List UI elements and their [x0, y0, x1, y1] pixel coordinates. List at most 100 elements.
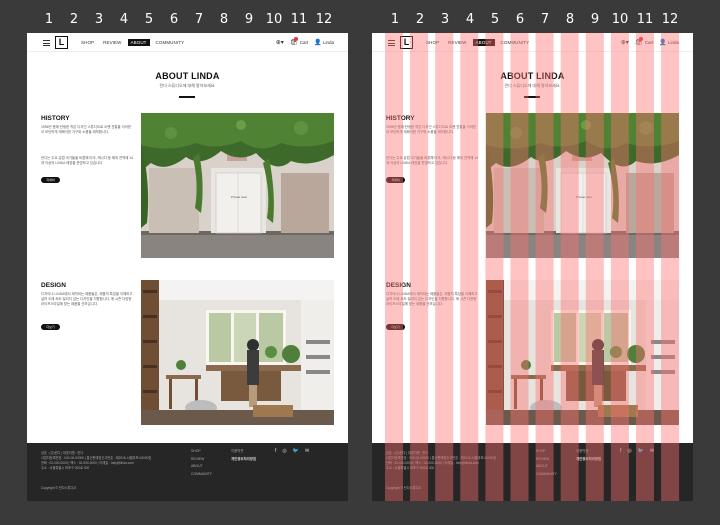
email-icon[interactable]: ✉ — [650, 448, 654, 454]
col-num: 11 — [290, 12, 308, 27]
utility-links: ⊕▾ 🛍 Cart 👤 Linda — [621, 37, 679, 46]
grid-column — [385, 33, 403, 501]
col-num: 2 — [69, 12, 79, 27]
grid-column — [460, 33, 479, 501]
footer-link-shop[interactable]: SHOP — [191, 448, 212, 456]
logo[interactable]: L — [55, 36, 68, 49]
info-line: 주소 : 서울특별시 마포구 000로 000 — [386, 466, 435, 470]
company-info: 상호 : (주)린다 | 대표자명 : 린다 사업자등록번호 : 000-00-… — [386, 451, 516, 471]
history-title: HISTORY — [386, 115, 415, 122]
col-num: 11 — [636, 12, 654, 27]
grid-column — [410, 33, 429, 501]
user-icon: 👤 — [314, 40, 322, 46]
privacy-link[interactable]: 개인정보처리방침 — [576, 456, 601, 464]
cart-label: Cart — [299, 40, 309, 45]
grid-column — [636, 33, 654, 501]
terms-link[interactable]: 이용약관 — [576, 448, 601, 456]
menu-item-community[interactable]: COMMUNITY — [153, 39, 188, 46]
design-text: 디자이너 LINDA에서 제작되는 제품들은, 제품의 특징을 이해하고 살려 … — [386, 292, 478, 306]
door-sign: Private door — [231, 195, 247, 199]
menu-item-review[interactable]: REVIEW — [445, 39, 469, 46]
footer-link-about[interactable]: ABOUT — [191, 463, 212, 471]
col-num: 8 — [219, 12, 229, 27]
cart-badge — [294, 37, 299, 41]
globe-icon[interactable]: ⊕▾ — [276, 39, 284, 46]
email-icon[interactable]: ✉ — [305, 448, 309, 454]
design-more-button[interactable]: 더보기 — [386, 324, 405, 330]
hamburger-icon[interactable] — [43, 40, 50, 46]
instagram-icon[interactable]: ◎ — [282, 448, 286, 454]
menu-item-review[interactable]: REVIEW — [100, 39, 124, 46]
user-link[interactable]: 👤 Linda — [314, 39, 334, 46]
page-title: ABOUT LINDA — [500, 71, 565, 81]
cart-link[interactable]: 🛍 Cart — [635, 37, 654, 46]
cart-link[interactable]: 🛍 Cart — [290, 37, 309, 46]
footer-link-review[interactable]: REVIEW — [536, 456, 557, 464]
col-num: 3 — [440, 12, 450, 27]
col-num: 2 — [415, 12, 425, 27]
info-line: 주소 : 서울특별시 마포구 000로 000 — [41, 466, 90, 470]
user-link[interactable]: 👤 Linda — [659, 39, 679, 46]
studio-interior-image — [486, 280, 679, 425]
instagram-icon[interactable]: ◎ — [627, 448, 631, 454]
ivy-wall-image: Private door — [486, 113, 679, 258]
footer-links: SHOP REVIEW ABOUT COMMUNITY — [536, 448, 557, 478]
cart-badge — [639, 37, 644, 41]
title-divider — [179, 96, 195, 98]
history-photo: Private door — [141, 113, 334, 258]
page-frame-plain: L SHOP REVIEW ABOUT COMMUNITY ⊕▾ 🛍 Cart … — [27, 33, 348, 501]
footer-link-community[interactable]: COMMUNITY — [191, 471, 212, 479]
design-more-button[interactable]: 더보기 — [41, 324, 60, 330]
main-menu: SHOP REVIEW ABOUT COMMUNITY — [423, 39, 532, 46]
page-title: ABOUT LINDA — [155, 71, 220, 81]
menu-item-shop[interactable]: SHOP — [423, 39, 442, 46]
twitter-icon[interactable]: 🐦 — [293, 448, 299, 454]
menu-item-about[interactable]: ABOUT — [472, 39, 495, 46]
page-subtitle: 린다 스튜디오에 대해 알아보세요. — [504, 83, 561, 88]
main-menu: SHOP REVIEW ABOUT COMMUNITY — [78, 39, 187, 46]
col-num: 12 — [661, 12, 679, 27]
footer-policy: 이용약관 개인정보처리방침 — [576, 448, 601, 463]
grid-column — [585, 33, 604, 501]
user-label: Linda — [322, 40, 334, 45]
grid-column — [485, 33, 504, 501]
footer-link-shop[interactable]: SHOP — [536, 448, 557, 456]
twitter-icon[interactable]: 🐦 — [638, 448, 644, 454]
hamburger-icon[interactable] — [388, 40, 395, 46]
cart-label: Cart — [644, 40, 654, 45]
copyright: Copyright © 린다스튜디오 — [41, 486, 77, 490]
social-links: f ◎ 🐦 ✉ — [620, 448, 654, 454]
user-icon: 👤 — [659, 40, 667, 46]
footer-link-community[interactable]: COMMUNITY — [536, 471, 557, 479]
history-text-2: 린다는 주요 유럽 국가들을 비롯해 미국, 캐나다 등 해외 전역에 14개 … — [386, 156, 479, 165]
menu-item-shop[interactable]: SHOP — [78, 39, 97, 46]
terms-link[interactable]: 이용약관 — [231, 448, 256, 456]
col-num: 9 — [244, 12, 254, 27]
grid-column — [560, 33, 579, 501]
column-grid-overlay — [385, 33, 680, 501]
menu-item-about[interactable]: ABOUT — [127, 39, 150, 46]
page-frame-with-grid: L SHOP REVIEW ABOUT COMMUNITY ⊕▾ 🛍 Cart … — [372, 33, 693, 501]
col-num: 6 — [515, 12, 525, 27]
facebook-icon[interactable]: f — [275, 448, 276, 454]
col-num: 8 — [565, 12, 575, 27]
footer-link-review[interactable]: REVIEW — [191, 456, 212, 464]
history-more-button[interactable]: 자세히 — [386, 177, 405, 183]
col-num: 7 — [540, 12, 550, 27]
globe-icon[interactable]: ⊕▾ — [621, 39, 629, 46]
menu-item-community[interactable]: COMMUNITY — [498, 39, 533, 46]
privacy-link[interactable]: 개인정보처리방침 — [231, 456, 256, 464]
title-divider — [524, 96, 540, 98]
company-info: 상호 : (주)린다 | 대표자명 : 린다 사업자등록번호 : 000-00-… — [41, 451, 171, 471]
door-sign: Private door — [576, 195, 592, 199]
history-more-button[interactable]: 자세히 — [41, 177, 60, 183]
logo[interactable]: L — [400, 36, 413, 49]
grid-column — [510, 33, 529, 501]
design-photo — [141, 280, 334, 425]
facebook-icon[interactable]: f — [620, 448, 621, 454]
col-num: 6 — [169, 12, 179, 27]
site-footer: 상호 : (주)린다 | 대표자명 : 린다 사업자등록번호 : 000-00-… — [372, 443, 693, 501]
footer-link-about[interactable]: ABOUT — [536, 463, 557, 471]
col-num: 7 — [194, 12, 204, 27]
column-numbers-right: 1 2 3 4 5 6 7 8 9 10 11 12 — [345, 12, 720, 30]
